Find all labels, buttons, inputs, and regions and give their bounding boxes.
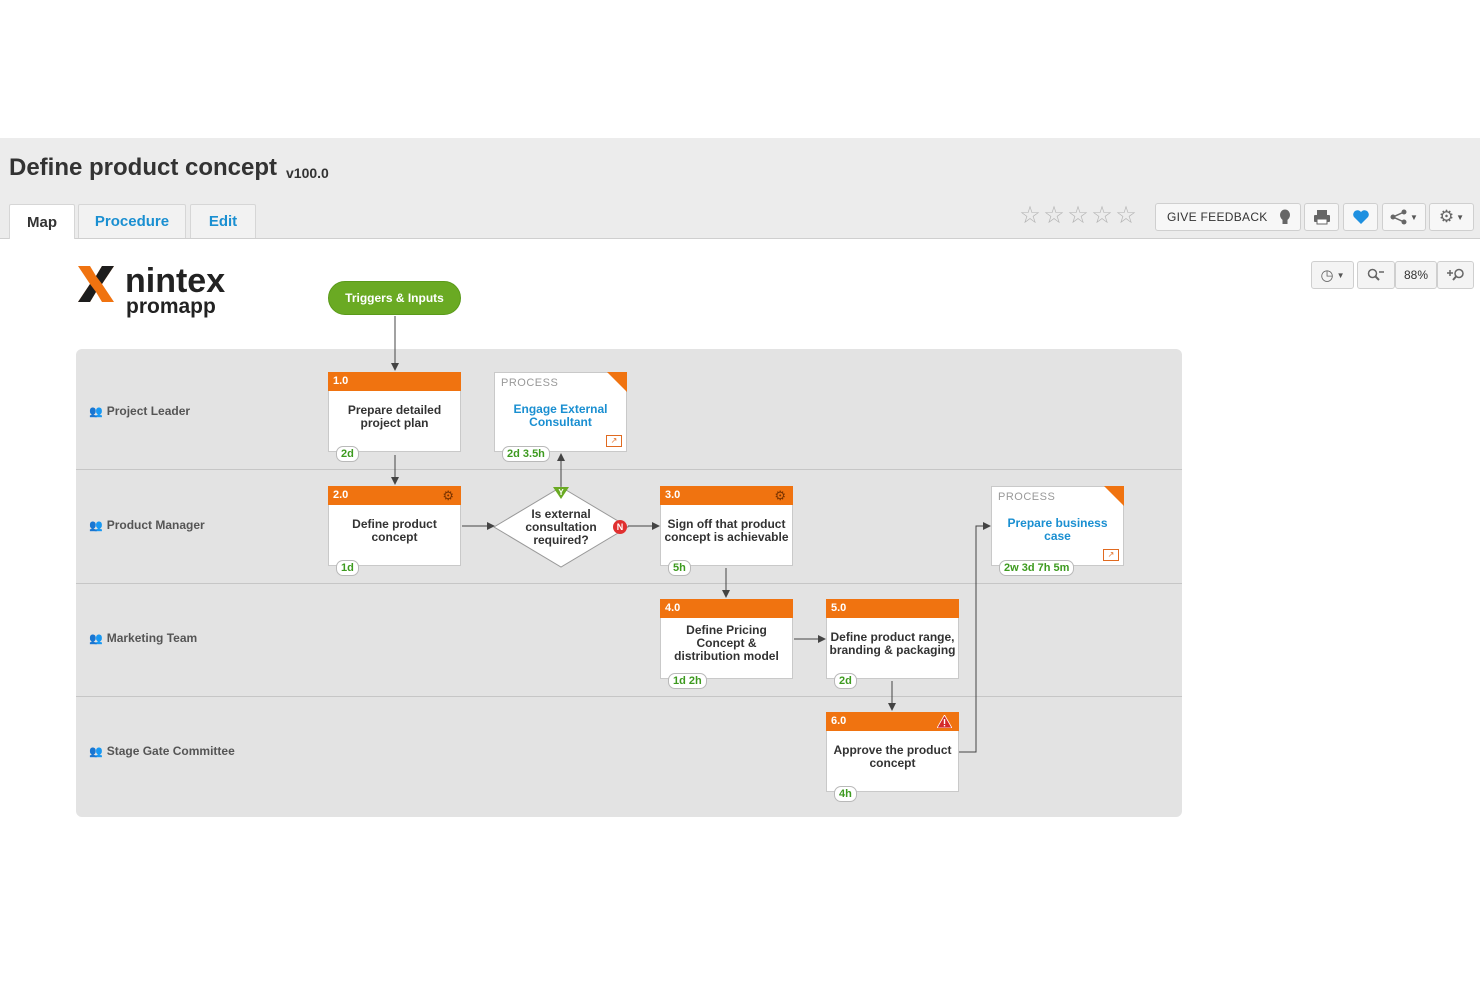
duration-badge: 2d — [834, 673, 857, 689]
activity-text: Approve the product concept — [833, 742, 952, 770]
activity-number: 1.0 — [328, 372, 461, 391]
duration-badge: 2w 3d 7h 5m — [999, 560, 1075, 576]
duration-badge: 2d — [336, 446, 359, 462]
activity-1[interactable]: 1.0 Prepare detailed project plan — [328, 372, 461, 452]
process-engage-external-consultant[interactable]: PROCESS Engage External Consultant ↗ — [494, 372, 627, 452]
activity-3[interactable]: 3.0 ⚙ Sign off that product concept is a… — [660, 486, 793, 566]
warning-icon — [936, 714, 953, 731]
external-link-icon[interactable]: ↗ — [606, 435, 622, 447]
yes-badge-icon: Y — [553, 487, 569, 499]
process-label: PROCESS — [501, 377, 559, 389]
decision-text[interactable]: Is external consultation required? — [503, 508, 619, 547]
gear-icon: ⚙ — [774, 488, 786, 503]
no-badge: N — [613, 520, 627, 534]
activity-number: 4.0 — [660, 599, 793, 618]
activity-text: Sign off that product concept is achieva… — [664, 516, 789, 544]
activity-4[interactable]: 4.0 Define Pricing Concept & distributio… — [660, 599, 793, 679]
activity-text: Define product concept — [352, 516, 437, 544]
activity-5[interactable]: 5.0 Define product range, branding & pac… — [826, 599, 959, 679]
duration-badge: 1d 2h — [668, 673, 707, 689]
external-link-icon[interactable]: ↗ — [1103, 549, 1119, 561]
process-prepare-business-case[interactable]: PROCESS Prepare business case ↗ — [991, 486, 1124, 566]
activity-text: Define Pricing Concept & distribution mo… — [674, 623, 779, 663]
activity-number: 5.0 — [826, 599, 959, 618]
process-link[interactable]: Engage External Consultant — [499, 403, 622, 429]
activity-text: Define product range, branding & packagi… — [829, 629, 956, 657]
process-label: PROCESS — [998, 491, 1056, 503]
process-link[interactable]: Prepare business case — [996, 517, 1119, 543]
process-corner — [1104, 486, 1124, 506]
activity-number: 3.0 — [660, 486, 793, 505]
svg-text:Y: Y — [558, 488, 564, 497]
activity-number: 2.0 — [328, 486, 461, 505]
duration-badge: 2d 3.5h — [502, 446, 550, 462]
duration-badge: 4h — [834, 786, 857, 802]
gear-icon: ⚙ — [442, 488, 454, 503]
duration-badge: 1d — [336, 560, 359, 576]
triggers-inputs-button[interactable]: Triggers & Inputs — [328, 281, 461, 315]
process-corner — [607, 372, 627, 392]
activity-2[interactable]: 2.0 ⚙ Define product concept — [328, 486, 461, 566]
activity-6[interactable]: 6.0 Approve the product concept — [826, 712, 959, 792]
duration-badge: 5h — [668, 560, 691, 576]
activity-text: Prepare detailed project plan — [347, 402, 442, 430]
